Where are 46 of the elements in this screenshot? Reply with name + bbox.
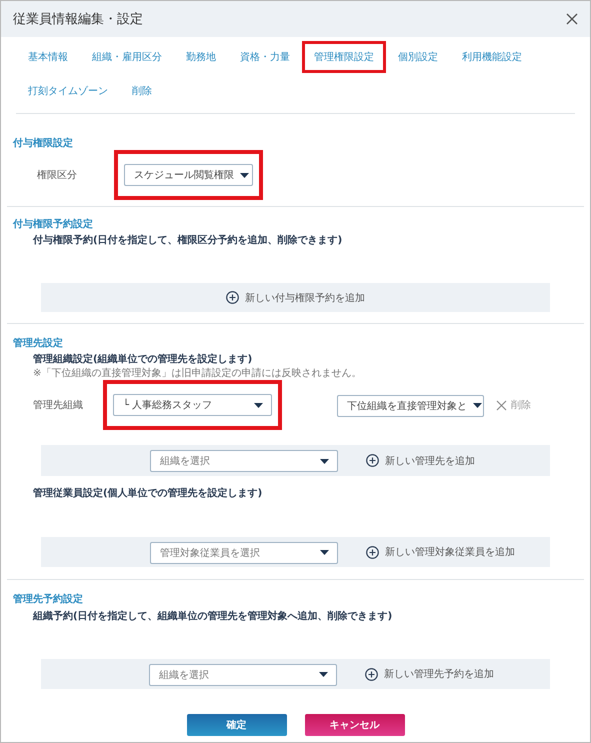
tab[interactable]: 削除 [120,75,164,107]
delete-button[interactable]: 削除 [496,398,531,412]
dropdown[interactable]: └ 人事総務スタッフ [113,394,272,416]
cancel-button[interactable]: キャンセル [304,714,404,736]
section-title: 管理先予約設定 [13,592,84,606]
window-title: 従業員情報編集・設定 [13,11,143,28]
tab[interactable]: 管理権限設定 [302,41,386,73]
dropdown[interactable]: 組織を選択 [149,664,337,686]
section-title: 付与権限設定 [13,136,74,150]
caret-icon [473,403,482,408]
field-label: 権限区分 [37,168,78,182]
caret-icon [319,672,328,677]
section-subtitle: 管理従業員設定(個人単位での管理先を設定します) [33,486,264,500]
section-subtitle: 組織予約(日付を指定して、組織単位の管理先を管理対象へ追加、削除できます) [33,609,394,623]
tab[interactable]: 利用機能設定 [450,41,534,73]
section-subtitle: 管理組織設定(組織単位での管理先を設定します) [33,352,254,366]
tab[interactable]: 資格・力量 [228,41,302,73]
dropdown[interactable]: 組織を選択 [150,450,338,472]
dropdown[interactable]: スケジュール閲覧権限 [124,164,253,186]
close-icon[interactable] [566,13,578,25]
note-text: ※「下位組織の直接管理対象」は旧申請設定の申請には反映されません。 [33,366,362,380]
section-title: 管理先設定 [13,336,64,350]
plus-circle-icon [366,454,379,467]
field-label: 管理先組織 [33,398,84,412]
dropdown[interactable]: 下位組織を直接管理対象と [337,394,484,416]
caret-icon [320,458,329,464]
caret-icon [320,550,329,555]
plus-circle-icon [366,546,379,558]
tab[interactable]: 基本情報 [16,41,80,73]
add-button[interactable]: 新しい管理対象従業員を追加 [366,545,515,559]
tab[interactable]: 個別設定 [386,41,450,73]
tab[interactable]: 打刻タイムゾーン [16,75,120,107]
section-subtitle: 付与権限予約(日付を指定して、権限区分予約を追加、削除できます) [33,233,344,247]
close-icon [496,400,507,410]
caret-icon [254,402,263,408]
dropdown[interactable]: 管理対象従業員を選択 [150,542,338,564]
add-button[interactable]: 新しい管理先予約を追加 [365,667,494,681]
confirm-button[interactable]: 確定 [186,714,286,736]
tab[interactable]: 組織・雇用区分 [80,41,174,73]
caret-icon [240,172,249,178]
plus-circle-icon [226,291,239,304]
section-title: 付与権限予約設定 [13,217,94,231]
add-button[interactable]: 新しい付与権限予約を追加 [226,290,365,304]
plus-circle-icon [365,668,378,680]
add-button[interactable]: 新しい管理先を追加 [366,454,475,468]
tab[interactable]: 勤務地 [174,41,228,73]
